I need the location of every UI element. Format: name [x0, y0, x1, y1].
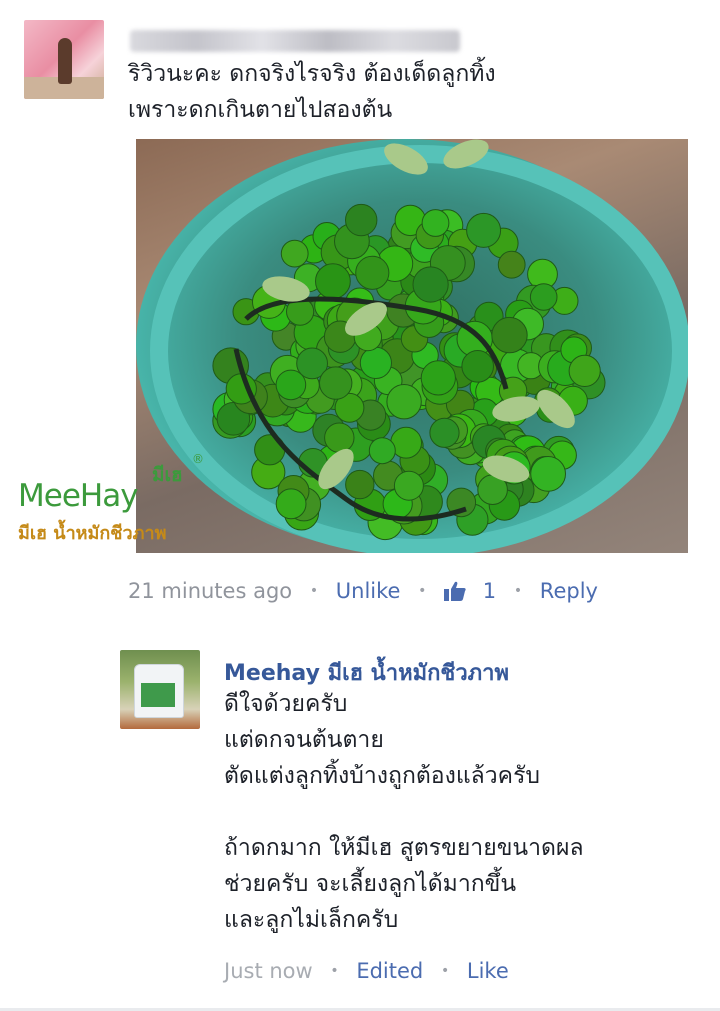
lime [429, 417, 460, 448]
lime [386, 384, 422, 420]
lime [345, 203, 378, 237]
meehay-watermark: ® มีเฮ MeeHay มีเฮ น้ำหมักชีวภาพ [18, 452, 218, 547]
leaf [443, 139, 489, 169]
thumbs-up-icon[interactable] [444, 581, 466, 601]
edited-link[interactable]: Edited [356, 959, 423, 983]
like-button[interactable]: Like [467, 959, 509, 983]
reply-actions: Just now • Edited • Like [224, 958, 509, 983]
lime [359, 346, 392, 379]
like-count[interactable]: 1 [483, 579, 496, 603]
comment-text: ริวิวนะคะ ดกจริงไรจริง ต้องเด็ดลูกทิ้ง เ… [128, 61, 496, 123]
lime [393, 470, 424, 501]
reply-text: ดีใจด้วยครับ แต่ดกจนต้นตาย ตัดแต่งลูกทิ้… [224, 691, 584, 933]
watermark-registered-mark: ® [192, 452, 204, 466]
lime [420, 360, 456, 396]
separator-dot: • [418, 583, 427, 599]
lime [324, 422, 355, 453]
watermark-tagline: มีเฮ น้ำหมักชีวภาพ [18, 523, 167, 544]
reply-timestamp[interactable]: Just now [224, 959, 313, 983]
comment-photo[interactable] [136, 139, 688, 553]
watermark-thai-brand: มีเฮ [152, 464, 183, 486]
comment-actions: 21 minutes ago • Unlike • 1 • Reply [128, 578, 598, 603]
limes-illustration [212, 139, 606, 541]
lime [275, 488, 307, 520]
avatar-person [58, 38, 72, 84]
lime [319, 366, 353, 400]
lime [355, 255, 390, 290]
lime [315, 263, 351, 300]
lime [491, 316, 528, 354]
lime [421, 209, 450, 237]
lime [280, 239, 309, 268]
lime [497, 250, 526, 279]
separator-dot: • [440, 963, 450, 979]
watermark-brand: MeeHay [18, 478, 139, 514]
comment-timestamp[interactable]: 21 minutes ago [128, 579, 292, 603]
commenter-avatar[interactable] [24, 20, 104, 99]
leaf [384, 143, 428, 175]
reply-author-name[interactable]: Meehay มีเฮ น้ำหมักชีวภาพ [224, 655, 509, 690]
product-label [141, 683, 175, 707]
lime [529, 283, 558, 311]
lime [530, 456, 567, 492]
lime [368, 437, 396, 465]
separator-dot: • [330, 963, 339, 979]
separator-dot: • [513, 583, 523, 599]
separator-dot: • [309, 583, 319, 599]
product-jug [134, 664, 184, 718]
lime [568, 354, 601, 387]
commenter-name-redacted [130, 30, 460, 52]
lime [461, 350, 495, 383]
lime [466, 212, 502, 248]
reply-avatar[interactable] [120, 650, 200, 729]
lime [412, 266, 449, 303]
unlike-button[interactable]: Unlike [336, 579, 401, 603]
reply-button[interactable]: Reply [540, 579, 598, 603]
lime [345, 469, 375, 500]
